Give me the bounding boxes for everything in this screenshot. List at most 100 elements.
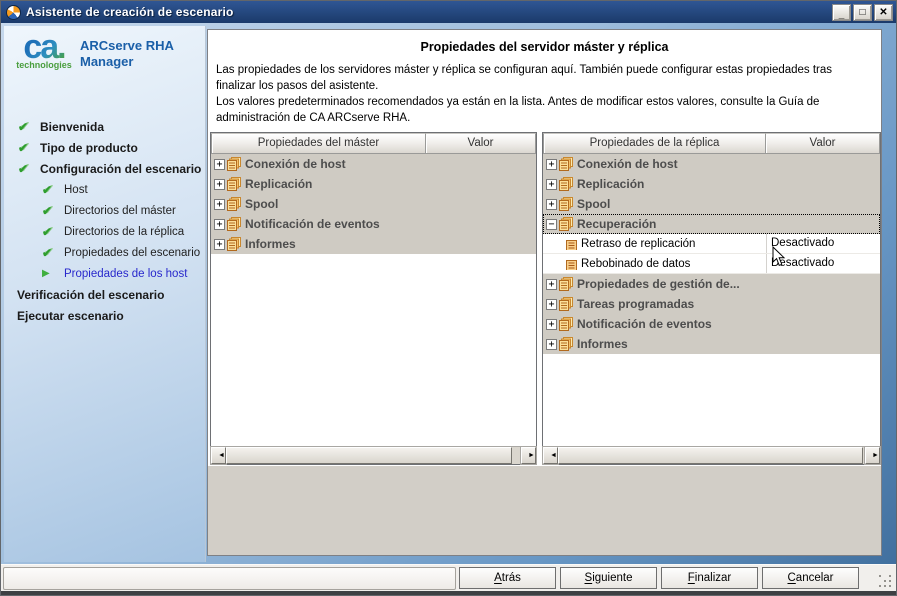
property-row-replicaci-n[interactable]: + Replicación [211, 174, 536, 194]
property-name-cell: +Notificación de eventos [543, 317, 766, 331]
current-step-icon: ▶ [42, 268, 64, 279]
sidebar-step-label: Propiedades de los host [64, 268, 187, 280]
back-button[interactable]: Atrás [459, 567, 556, 589]
property-row-notificaci-n-de-eventos[interactable]: +Notificación de eventos [543, 314, 880, 334]
property-row-informes[interactable]: +Informes [211, 234, 536, 254]
ca-logo: ca. technologies [16, 32, 72, 70]
horizontal-scrollbar[interactable]: ◄► [211, 446, 536, 464]
expand-icon[interactable]: + [214, 179, 225, 190]
property-group-icon [227, 157, 242, 171]
sidebar-step-label: Host [64, 184, 88, 196]
expand-icon[interactable]: + [546, 159, 557, 170]
property-name-cell: +Notificación de eventos [211, 217, 426, 231]
window-controls: _ □ ✕ [832, 4, 893, 21]
description-paragraph-2: Los valores predeterminados recomendados… [216, 94, 873, 126]
property-group-icon [559, 177, 574, 191]
scroll-right-button[interactable]: ► [865, 447, 880, 464]
maximize-button[interactable]: □ [853, 4, 872, 21]
property-row-notificaci-n-de-eventos[interactable]: +Notificación de eventos [211, 214, 536, 234]
sidebar-step-bienvenida[interactable]: ✔Bienvenida [4, 116, 205, 137]
property-group-label: Replicación [245, 177, 312, 191]
page-description: Las propiedades de los servidores máster… [208, 54, 881, 126]
expand-icon[interactable]: + [214, 159, 225, 170]
expand-icon[interactable]: + [546, 339, 557, 350]
page-title: Propiedades del servidor máster y réplic… [208, 40, 881, 54]
minimize-button[interactable]: _ [832, 4, 851, 21]
sidebar-step-label: Bienvenida [40, 120, 104, 134]
property-value-cell[interactable]: Desactivado [766, 234, 880, 253]
column-header-name[interactable]: Propiedades de la réplica [543, 133, 766, 154]
scrollbar-thumb[interactable] [558, 447, 863, 464]
property-name-cell: + Spool [543, 197, 766, 211]
sidebar-step-ejecutar-escenario[interactable]: Ejecutar escenario [4, 305, 205, 326]
property-row-informes[interactable]: + Informes [543, 334, 880, 354]
property-group-icon [559, 337, 574, 351]
property-row-recuperaci-n[interactable]: −Recuperación [543, 214, 880, 234]
property-item-icon [566, 258, 578, 269]
property-item-icon [566, 238, 578, 249]
sidebar-step-host[interactable]: ✔Host [4, 179, 205, 200]
property-row-conexi-n-de-host[interactable]: +Conexión de host [211, 154, 536, 174]
property-group-label: Spool [577, 197, 610, 211]
scrollbar-thumb[interactable] [226, 447, 512, 464]
sidebar-step-verificaci-n-del-escenario[interactable]: Verificación del escenario [4, 284, 205, 305]
sidebar-step-directorios-del-m-ster[interactable]: ✔Directorios del máster [4, 200, 205, 221]
cancel-button[interactable]: Cancelar [762, 567, 859, 589]
scroll-left-button[interactable]: ◄ [211, 447, 226, 464]
wizard-window: Asistente de creación de escenario _ □ ✕… [0, 0, 897, 596]
collapse-icon[interactable]: − [546, 219, 557, 230]
property-group-icon [559, 217, 574, 231]
sidebar-step-label: Directorios de la réplica [64, 226, 184, 238]
column-header-value[interactable]: Valor [425, 133, 536, 154]
table-body: +Conexión de host+Replicación+Spool+Noti… [211, 154, 536, 446]
column-header-name[interactable]: Propiedades del máster [211, 133, 426, 154]
description-paragraph-1: Las propiedades de los servidores máster… [216, 62, 873, 94]
property-row-propiedades-de-gesti-n-de-[interactable]: +Propiedades de gestión de... [543, 274, 880, 294]
property-row-spool[interactable]: + Spool [543, 194, 880, 214]
scroll-left-button[interactable]: ◄ [543, 447, 558, 464]
close-button[interactable]: ✕ [874, 4, 893, 21]
property-row-rebobinado-de-datos[interactable]: Rebobinado de datosDesactivado [543, 254, 880, 274]
sidebar-step-label: Tipo de producto [40, 141, 138, 155]
sidebar: ca. technologies ARCserve RHA Manager ✔B… [4, 26, 206, 562]
sidebar-step-tipo-de-producto[interactable]: ✔Tipo de producto [4, 137, 205, 158]
property-group-icon [227, 177, 242, 191]
master-properties-table: Propiedades del másterValor+Conexión de … [210, 132, 537, 465]
sidebar-step-configuraci-n-del-escenario[interactable]: ✔Configuración del escenario [4, 158, 205, 179]
expand-icon[interactable]: + [214, 239, 225, 250]
sidebar-step-propiedades-del-escenario[interactable]: ✔Propiedades del escenario [4, 242, 205, 263]
expand-icon[interactable]: + [214, 199, 225, 210]
property-row-spool[interactable]: +Spool [211, 194, 536, 214]
table-header: Propiedades de la réplicaValor [543, 133, 880, 154]
expand-icon[interactable]: + [214, 219, 225, 230]
next-button[interactable]: Siguiente [560, 567, 657, 589]
sidebar-step-propiedades-de-los-host[interactable]: ▶Propiedades de los host [4, 263, 205, 284]
property-value-cell[interactable]: Desactivado [766, 254, 880, 273]
horizontal-scrollbar[interactable]: ◄► [543, 446, 880, 464]
status-bar [3, 567, 456, 590]
check-icon: ✔ [42, 204, 64, 218]
expand-icon[interactable]: + [546, 199, 557, 210]
brand-area: ca. technologies ARCserve RHA Manager [4, 26, 205, 98]
property-group-icon [559, 157, 574, 171]
titlebar: Asistente de creación de escenario _ □ ✕ [1, 1, 896, 23]
resize-grip[interactable] [879, 575, 891, 587]
ca-logo-subtext: technologies [16, 60, 72, 70]
property-group-icon [227, 217, 242, 231]
sidebar-step-directorios-de-la-r-plica[interactable]: ✔Directorios de la réplica [4, 221, 205, 242]
property-name-cell: Retraso de replicación [543, 238, 766, 250]
property-row-replicaci-n[interactable]: +Replicación [543, 174, 880, 194]
expand-icon[interactable]: + [546, 279, 557, 290]
scroll-right-button[interactable]: ► [521, 447, 536, 464]
property-row-tareas-programadas[interactable]: + Tareas programadas [543, 294, 880, 314]
expand-icon[interactable]: + [546, 299, 557, 310]
property-row-conexi-n-de-host[interactable]: +Conexión de host [543, 154, 880, 174]
property-row-retraso-de-replicaci-n[interactable]: Retraso de replicaciónDesactivado [543, 234, 880, 254]
property-group-label: Tareas programadas [577, 297, 694, 311]
finish-button[interactable]: Finalizar [661, 567, 758, 589]
expand-icon[interactable]: + [546, 319, 557, 330]
expand-icon[interactable]: + [546, 179, 557, 190]
sidebar-step-label: Ejecutar escenario [17, 309, 124, 323]
property-group-label: Informes [577, 337, 628, 351]
column-header-value[interactable]: Valor [765, 133, 880, 154]
